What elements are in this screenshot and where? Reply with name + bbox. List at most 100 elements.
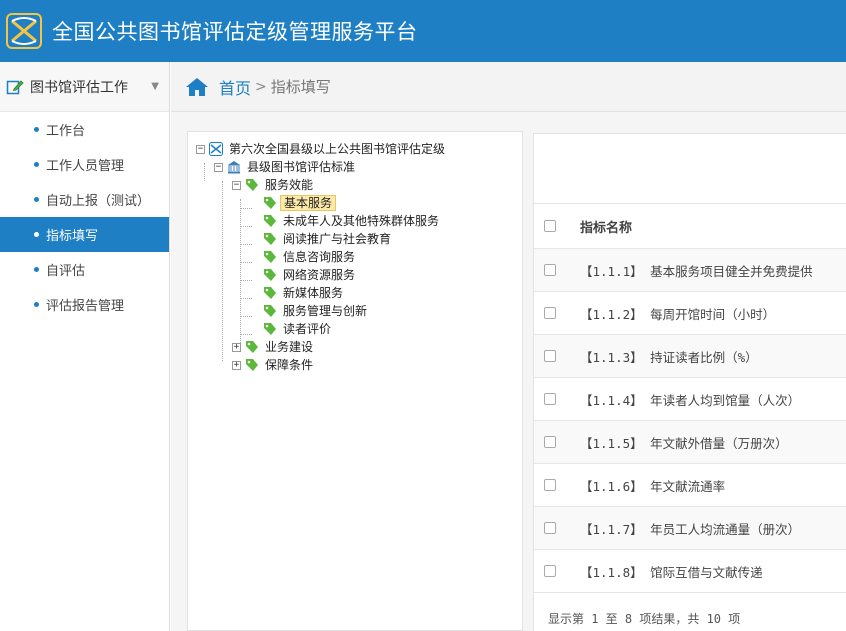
collapse-icon[interactable]: − bbox=[232, 180, 241, 190]
tag-icon bbox=[264, 197, 276, 209]
tag-icon bbox=[246, 359, 258, 371]
library-building-icon bbox=[228, 161, 240, 174]
column-header-indicator-name: 指标名称 bbox=[580, 220, 633, 236]
sidebar-item-report-management[interactable]: 评估报告管理 bbox=[0, 287, 169, 322]
chevron-down-icon: ▼ bbox=[151, 81, 159, 92]
tree-node-label: 新媒体服务 bbox=[283, 286, 344, 300]
tag-icon bbox=[264, 269, 276, 281]
table-row[interactable]: 【1.1.7】 年员工人均流通量（册次） bbox=[534, 507, 846, 550]
sidebar-item-indicator-fill[interactable]: 指标填写 bbox=[0, 217, 169, 252]
app-title: 全国公共图书馆评估定级管理服务平台 bbox=[52, 20, 418, 44]
sidebar-nav: 工作台 工作人员管理 自动上报（测试） 指标填写 自评估 评估报告管理 bbox=[0, 112, 169, 322]
indicator-name-cell: 【1.1.6】 年文献流通率 bbox=[580, 478, 726, 494]
collapse-icon[interactable]: − bbox=[214, 162, 223, 172]
table-row[interactable]: 【1.1.5】 年文献外借量（万册次） bbox=[534, 421, 846, 464]
indicator-name-cell: 【1.1.3】 持证读者比例（%） bbox=[580, 349, 758, 365]
sidebar-item-staff[interactable]: 工作人员管理 bbox=[0, 147, 169, 182]
tree-node-label: 县级图书馆评估标准 bbox=[247, 160, 356, 174]
sidebar-item-label: 自动上报（测试） bbox=[46, 194, 151, 209]
table-row[interactable]: 【1.1.3】 持证读者比例（%） bbox=[534, 335, 846, 378]
indicator-table-panel: 指标名称 【1.1.1】 基本服务项目健全并免费提供 【1.1.2】 每周开馆时… bbox=[533, 133, 846, 631]
sidebar-section-header[interactable]: 图书馆评估工作 ▼ bbox=[0, 62, 169, 112]
tag-icon bbox=[264, 251, 276, 263]
breadcrumb: 首页 > 指标填写 bbox=[171, 62, 846, 112]
top-header: 全国公共图书馆评估定级管理服务平台 bbox=[0, 0, 846, 62]
bullet-icon bbox=[34, 267, 39, 272]
row-checkbox[interactable] bbox=[544, 479, 556, 491]
collapse-icon[interactable]: − bbox=[196, 144, 205, 154]
bullet-icon bbox=[34, 162, 39, 167]
tree-standard-node[interactable]: − 县级图书馆评估标准 bbox=[188, 158, 522, 176]
sidebar-section-label: 图书馆评估工作 bbox=[30, 79, 128, 96]
row-checkbox[interactable] bbox=[544, 264, 556, 276]
platform-logo-icon bbox=[6, 13, 42, 49]
tree-node-label: 未成年人及其他特殊群体服务 bbox=[283, 214, 440, 228]
indicator-name-cell: 【1.1.1】 基本服务项目健全并免费提供 bbox=[580, 263, 813, 279]
bullet-icon bbox=[34, 197, 39, 202]
tag-icon bbox=[264, 287, 276, 299]
row-checkbox[interactable] bbox=[544, 565, 556, 577]
bullet-icon bbox=[34, 302, 39, 307]
home-icon[interactable] bbox=[185, 77, 209, 97]
tree-group-business-building[interactable]: + 业务建设 bbox=[188, 338, 522, 356]
indicator-name-cell: 【1.1.7】 年员工人均流通量（册次） bbox=[580, 521, 801, 537]
tree-group-service-efficiency[interactable]: − 服务效能 bbox=[188, 176, 522, 194]
tree-node-label: 网络资源服务 bbox=[283, 268, 356, 282]
tree-leaf[interactable]: 网络资源服务 bbox=[188, 266, 522, 284]
sidebar-item-workbench[interactable]: 工作台 bbox=[0, 112, 169, 147]
tree-node-label: 第六次全国县级以上公共图书馆评估定级 bbox=[229, 142, 446, 156]
table-header: 指标名称 bbox=[534, 204, 846, 249]
tree-group-support[interactable]: + 保障条件 bbox=[188, 356, 522, 374]
expand-icon[interactable]: + bbox=[232, 342, 241, 352]
tree-leaf-basic-service[interactable]: 基本服务 bbox=[188, 194, 522, 212]
edit-icon bbox=[6, 79, 24, 94]
sidebar-item-self-evaluation[interactable]: 自评估 bbox=[0, 252, 169, 287]
row-checkbox[interactable] bbox=[544, 307, 556, 319]
sidebar-item-label: 自评估 bbox=[46, 264, 86, 279]
tree-leaf[interactable]: 阅读推广与社会教育 bbox=[188, 230, 522, 248]
tree-leaf[interactable]: 新媒体服务 bbox=[188, 284, 522, 302]
row-checkbox[interactable] bbox=[544, 350, 556, 362]
table-row[interactable]: 【1.1.8】 馆际互借与文献传递 bbox=[534, 550, 846, 593]
tree-leaf[interactable]: 读者评价 bbox=[188, 320, 522, 338]
bullet-icon bbox=[34, 232, 39, 237]
expand-icon[interactable]: + bbox=[232, 360, 241, 370]
sidebar-item-auto-report[interactable]: 自动上报（测试） bbox=[0, 182, 169, 217]
sidebar: 图书馆评估工作 ▼ 工作台 工作人员管理 自动上报（测试） 指标填写 自评估 评… bbox=[0, 62, 170, 631]
tag-icon bbox=[264, 215, 276, 227]
table-row[interactable]: 【1.1.2】 每周开馆时间（小时） bbox=[534, 292, 846, 335]
table-toolbar bbox=[534, 134, 846, 204]
sidebar-item-label: 工作人员管理 bbox=[46, 159, 125, 174]
tree-node-label: 服务效能 bbox=[265, 178, 314, 192]
sidebar-item-label: 评估报告管理 bbox=[46, 299, 125, 314]
row-checkbox[interactable] bbox=[544, 393, 556, 405]
table-row[interactable]: 【1.1.6】 年文献流通率 bbox=[534, 464, 846, 507]
tree-leaf[interactable]: 未成年人及其他特殊群体服务 bbox=[188, 212, 522, 230]
tree-node-label: 信息咨询服务 bbox=[283, 250, 356, 264]
tree-root-node[interactable]: − 第六次全国县级以上公共图书馆评估定级 bbox=[188, 140, 522, 158]
breadcrumb-home-link[interactable]: 首页 bbox=[219, 75, 251, 99]
indicator-name-cell: 【1.1.8】 馆际互借与文献传递 bbox=[580, 564, 763, 580]
indicator-name-cell: 【1.1.4】 年读者人均到馆量（人次） bbox=[580, 392, 801, 408]
tag-icon bbox=[246, 179, 258, 191]
bullet-icon bbox=[34, 127, 39, 132]
indicator-name-cell: 【1.1.5】 年文献外借量（万册次） bbox=[580, 435, 788, 451]
tag-icon bbox=[264, 323, 276, 335]
row-checkbox[interactable] bbox=[544, 522, 556, 534]
breadcrumb-separator: > bbox=[255, 78, 267, 95]
tree-leaf[interactable]: 信息咨询服务 bbox=[188, 248, 522, 266]
tree-leaf[interactable]: 服务管理与创新 bbox=[188, 302, 522, 320]
row-checkbox[interactable] bbox=[544, 436, 556, 448]
table-row[interactable]: 【1.1.1】 基本服务项目健全并免费提供 bbox=[534, 249, 846, 292]
table-row[interactable]: 【1.1.4】 年读者人均到馆量（人次） bbox=[534, 378, 846, 421]
select-all-checkbox[interactable] bbox=[544, 220, 556, 232]
main-content: − 第六次全国县级以上公共图书馆评估定级 − 县级图书馆评估标准 − 服务效能 … bbox=[171, 112, 846, 631]
table-body: 【1.1.1】 基本服务项目健全并免费提供 【1.1.2】 每周开馆时间（小时）… bbox=[534, 249, 846, 593]
